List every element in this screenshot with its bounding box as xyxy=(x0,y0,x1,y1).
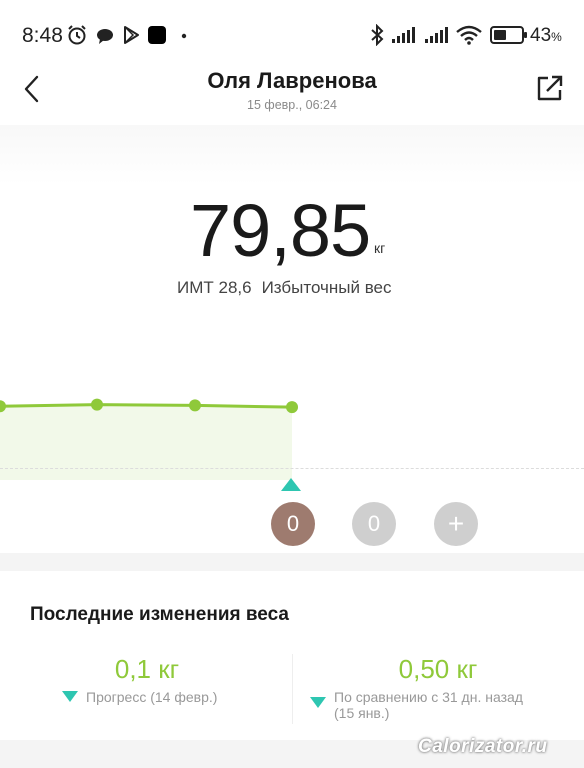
signal-icon xyxy=(425,27,448,43)
change-monthly-value: 0,50 кг xyxy=(398,654,478,684)
page-title: Оля Лавренова xyxy=(207,68,377,93)
bmi-value: ИМТ 28,6 xyxy=(177,278,252,297)
measurement-timestamp: 15 февр., 06:24 xyxy=(247,98,337,112)
alarm-icon xyxy=(68,25,86,45)
wifi-icon xyxy=(456,25,482,45)
chevron-left-icon xyxy=(24,75,39,103)
weight-point[interactable] xyxy=(286,401,298,414)
weight-value: 79,85 xyxy=(190,189,371,272)
weight-point[interactable] xyxy=(189,399,201,412)
signal-icon xyxy=(392,27,415,43)
record-button-active[interactable]: 0 xyxy=(271,502,315,546)
weight-detail-screen: 8:48 43% Оля Лавренова 15 февр., 06:24 7… xyxy=(0,0,584,768)
weight-unit: кг xyxy=(374,240,386,256)
battery-percent: 43% xyxy=(530,25,562,46)
down-arrow-icon xyxy=(62,691,78,702)
change-progress-value: 0,1 кг xyxy=(114,654,180,684)
record-button[interactable]: 0 xyxy=(352,502,396,546)
chart-baseline xyxy=(0,468,584,469)
share-button[interactable] xyxy=(534,72,566,104)
status-time: 8:48 xyxy=(22,24,63,47)
add-record-button[interactable]: + xyxy=(434,502,478,546)
last-changes-title: Последние изменения веса xyxy=(30,604,289,625)
weight-trend-chart[interactable] xyxy=(0,360,584,480)
selected-record-marker xyxy=(281,478,301,491)
watermark: Calorizator.ru xyxy=(418,736,548,757)
battery-icon xyxy=(490,26,527,44)
down-arrow-icon xyxy=(310,697,326,708)
change-monthly: 0,50 кг По сравнению с 31 дн. назад (15 … xyxy=(310,654,570,721)
change-monthly-desc: По сравнению с 31 дн. назад (15 янв.) xyxy=(310,689,570,721)
change-progress: 0,1 кг Прогресс (14 февр.) xyxy=(62,654,262,705)
bluetooth-icon xyxy=(371,24,384,46)
bmi-status: Избыточный вес xyxy=(261,278,392,297)
black-square-icon xyxy=(148,26,166,44)
chat-bubble-icon xyxy=(97,29,113,44)
weight-point[interactable] xyxy=(91,398,103,411)
play-store-icon xyxy=(124,26,139,44)
bmi-line: ИМТ 28,6 Избыточный вес xyxy=(177,278,392,298)
back-button[interactable] xyxy=(16,72,50,106)
section-divider xyxy=(0,553,584,571)
share-icon xyxy=(537,75,563,101)
dot-icon xyxy=(181,33,187,39)
change-progress-desc: Прогресс (14 февр.) xyxy=(62,689,262,705)
column-divider xyxy=(292,654,293,724)
status-bar: 8:48 43% xyxy=(0,0,584,70)
